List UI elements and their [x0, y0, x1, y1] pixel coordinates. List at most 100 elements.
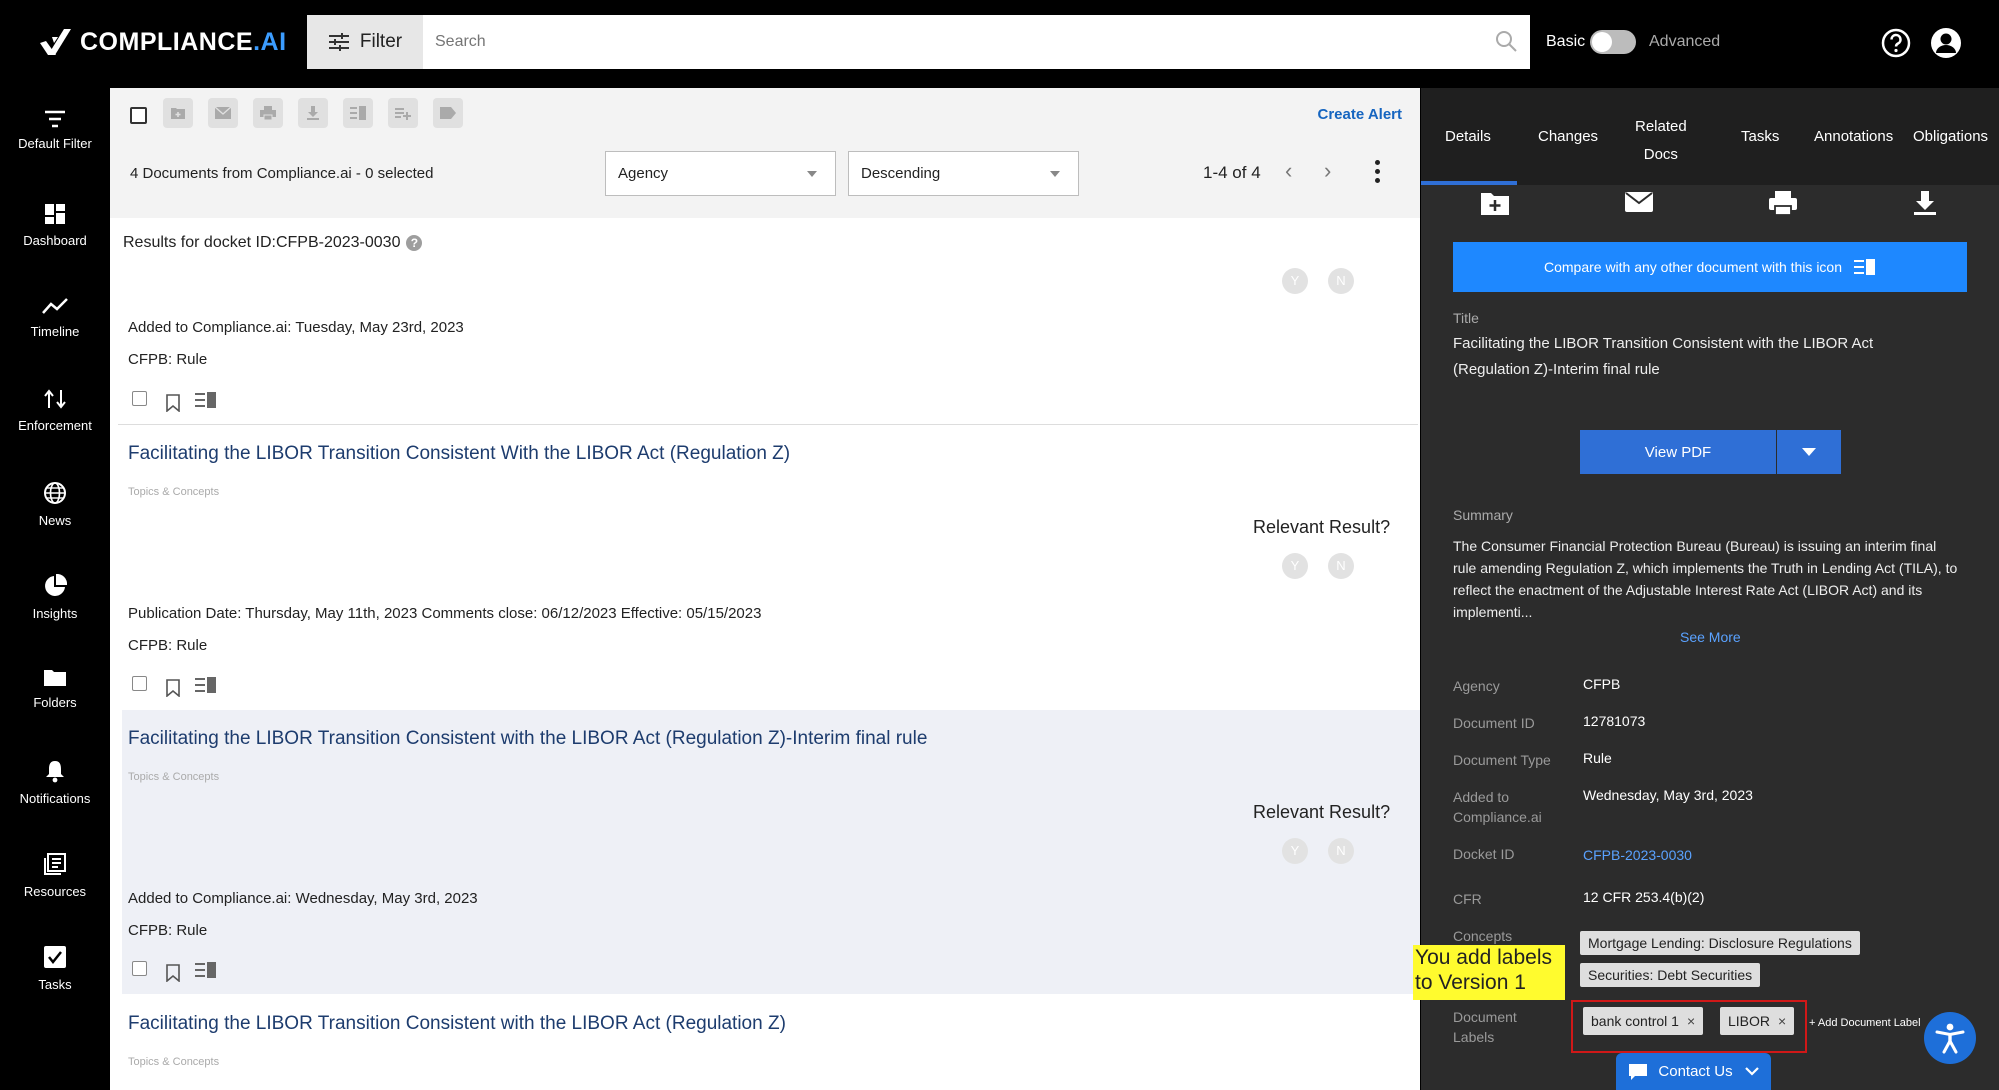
nav-dashboard[interactable]: Dashboard: [0, 203, 110, 283]
nav-default-filter[interactable]: Default Filter: [0, 110, 110, 190]
folder-plus-icon[interactable]: [1480, 190, 1510, 216]
help-circle-icon[interactable]: ?: [406, 235, 423, 251]
create-alert-link[interactable]: Create Alert: [1318, 106, 1402, 123]
select-all-checkbox[interactable]: [130, 107, 147, 124]
list-plus-icon: [395, 108, 411, 120]
document-id-value: 12781073: [1583, 713, 1646, 729]
nav-label: Timeline: [30, 324, 80, 339]
add-to-list-button[interactable]: [388, 98, 418, 128]
tab-changes[interactable]: Changes: [1538, 128, 1598, 145]
nav-timeline[interactable]: Timeline: [0, 296, 110, 376]
prev-page-icon[interactable]: ‹: [1285, 158, 1292, 184]
added-key-line2: Compliance.ai: [1453, 809, 1542, 825]
tab-related-line2: Docs: [1643, 146, 1678, 163]
app-logo[interactable]: COMPLIANCE .AI: [38, 22, 287, 62]
nav-folders[interactable]: Folders: [0, 667, 110, 747]
more-options-icon[interactable]: [1375, 160, 1381, 187]
bookmark-icon[interactable]: [165, 394, 181, 412]
doc-title-link[interactable]: Facilitating the LIBOR Transition Consis…: [128, 1013, 786, 1035]
nav-insights[interactable]: Insights: [0, 574, 110, 654]
help-icon[interactable]: [1880, 27, 1912, 59]
tab-tasks[interactable]: Tasks: [1741, 128, 1779, 145]
toggle-knob: [1592, 32, 1612, 52]
view-pdf-dropdown[interactable]: [1777, 430, 1841, 474]
nav-label: Insights: [32, 606, 78, 621]
concept-chip[interactable]: Securities: Debt Securities: [1580, 963, 1761, 987]
relevant-no-button[interactable]: N: [1328, 838, 1354, 864]
add-document-label-link[interactable]: + Add Document Label: [1809, 1017, 1921, 1029]
selected-row-highlight: [122, 710, 1420, 994]
tab-annotations[interactable]: Annotations: [1814, 128, 1893, 145]
nav-notifications[interactable]: Notifications: [0, 759, 110, 839]
sort-order-select[interactable]: Descending: [848, 151, 1079, 196]
see-more-link[interactable]: See More: [1680, 629, 1741, 645]
relevant-yes-button[interactable]: Y: [1282, 838, 1308, 864]
nav-tasks[interactable]: Tasks: [0, 945, 110, 1025]
doc-agency: CFPB: Rule: [128, 637, 208, 654]
user-avatar-icon[interactable]: [1930, 27, 1962, 59]
compare-icon[interactable]: [195, 392, 217, 410]
agency-key: Agency: [1453, 678, 1500, 694]
download-icon[interactable]: [1912, 190, 1938, 216]
nav-enforcement[interactable]: Enforcement: [0, 388, 110, 468]
annotation-note: You add labels to Version 1: [1413, 945, 1565, 1000]
doc-agency: CFPB: Rule: [128, 922, 208, 939]
chevron-down-icon: [1050, 171, 1060, 177]
email-button[interactable]: [208, 98, 238, 128]
sort-field-select[interactable]: Agency: [605, 151, 836, 196]
accessibility-button[interactable]: [1924, 1012, 1976, 1064]
bookmark-icon[interactable]: [165, 679, 181, 697]
remove-label-icon[interactable]: ×: [1687, 1013, 1695, 1029]
compare-button[interactable]: [343, 98, 373, 128]
label-button[interactable]: [433, 98, 463, 128]
relevant-no-button[interactable]: N: [1328, 553, 1354, 579]
remove-label-icon[interactable]: ×: [1778, 1013, 1786, 1029]
pagination-range: 1-4 of 4: [1203, 163, 1261, 182]
compare-icon[interactable]: [195, 677, 217, 695]
nav-label: Default Filter: [18, 136, 92, 151]
added-value: Wednesday, May 3rd, 2023: [1583, 787, 1753, 803]
tab-related-docs[interactable]: Related Docs: [1635, 113, 1687, 169]
compare-icon[interactable]: [195, 962, 217, 980]
filter-button[interactable]: Filter: [307, 15, 423, 69]
next-page-icon[interactable]: ›: [1324, 158, 1331, 184]
docket-id-link[interactable]: CFPB-2023-0030: [1583, 847, 1692, 863]
logo-check-icon: [40, 29, 71, 55]
relevant-yes-button[interactable]: Y: [1282, 553, 1308, 579]
document-title-line2: (Regulation Z)-Interim final rule: [1453, 361, 1660, 378]
compare-documents-button[interactable]: Compare with any other document with thi…: [1453, 242, 1967, 292]
relevant-no-button[interactable]: N: [1328, 268, 1354, 294]
relevant-yes-button[interactable]: Y: [1282, 268, 1308, 294]
caret-down-icon: [1802, 448, 1816, 456]
search-input[interactable]: [423, 15, 1530, 69]
envelope-icon[interactable]: [1624, 190, 1654, 214]
agency-value: CFPB: [1583, 676, 1621, 692]
tab-obligations[interactable]: Obligations: [1913, 128, 1988, 145]
docket-id-key: Docket ID: [1453, 846, 1515, 862]
concept-chip[interactable]: Mortgage Lending: Disclosure Regulations: [1580, 931, 1860, 955]
search-icon[interactable]: [1494, 29, 1518, 53]
row-checkbox[interactable]: [132, 676, 147, 691]
chat-bubble-icon: [1629, 1063, 1648, 1080]
mode-advanced-label: Advanced: [1649, 33, 1721, 50]
doc-title-link[interactable]: Facilitating the LIBOR Transition Consis…: [128, 728, 927, 750]
tab-details[interactable]: Details: [1445, 128, 1491, 145]
download-button[interactable]: [298, 98, 328, 128]
mode-toggle[interactable]: [1590, 30, 1636, 54]
document-label-chip: bank control 1 ×: [1583, 1007, 1704, 1035]
nav-resources[interactable]: Resources: [0, 852, 110, 932]
print-button[interactable]: [253, 98, 283, 128]
document-id-key: Document ID: [1453, 715, 1535, 731]
topics-label: Topics & Concepts: [128, 1056, 220, 1068]
contact-us-button[interactable]: Contact Us: [1616, 1053, 1771, 1090]
nav-news[interactable]: News: [0, 481, 110, 561]
pie-chart-icon: [45, 574, 67, 596]
row-checkbox[interactable]: [132, 391, 147, 406]
view-pdf-button[interactable]: View PDF: [1580, 430, 1776, 474]
topics-label: Topics & Concepts: [128, 771, 220, 783]
doc-title-link[interactable]: Facilitating the LIBOR Transition Consis…: [128, 443, 790, 465]
printer-icon[interactable]: [1768, 190, 1798, 216]
add-to-folder-button[interactable]: [163, 98, 193, 128]
row-checkbox[interactable]: [132, 961, 147, 976]
bookmark-icon[interactable]: [165, 964, 181, 982]
